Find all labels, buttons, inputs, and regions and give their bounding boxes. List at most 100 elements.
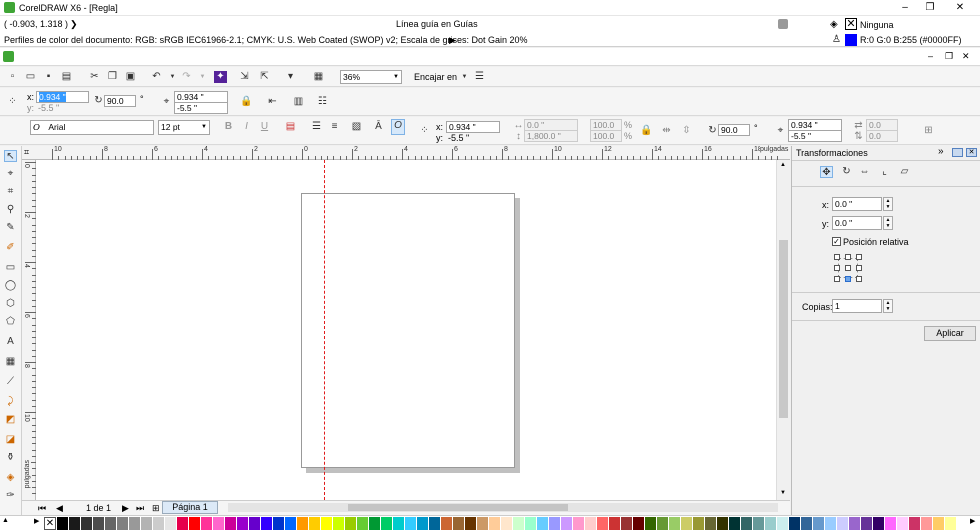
freehand-tool-icon[interactable]: ✎ xyxy=(4,222,17,234)
guideline[interactable] xyxy=(324,160,325,500)
color-swatch[interactable] xyxy=(213,517,224,530)
color-swatch[interactable] xyxy=(165,517,176,530)
options-icon[interactable]: ☰ xyxy=(473,71,486,83)
text-x-field[interactable]: 0.934 " xyxy=(446,121,500,133)
color-swatch[interactable] xyxy=(705,517,716,530)
connector-tool-icon[interactable]: ⤸ xyxy=(4,396,17,408)
collapse-icon[interactable]: » xyxy=(938,146,944,157)
color-swatch[interactable] xyxy=(513,517,524,530)
zoom-level-select[interactable]: 36% ▼ xyxy=(340,70,402,84)
color-swatch[interactable] xyxy=(249,517,260,530)
color-swatch[interactable] xyxy=(429,517,440,530)
x-position-field[interactable]: 0.934 " xyxy=(36,91,89,103)
color-swatch[interactable] xyxy=(573,517,584,530)
export-icon[interactable]: ⇱ xyxy=(258,71,271,83)
color-swatch[interactable] xyxy=(525,517,536,530)
page[interactable] xyxy=(301,193,515,468)
docker-x-field[interactable]: 0.0 " xyxy=(832,197,882,211)
anchor-point[interactable] xyxy=(834,276,840,282)
color-swatch[interactable] xyxy=(693,517,704,530)
color-swatch[interactable] xyxy=(69,517,80,530)
size-tab-icon[interactable]: ⌞ xyxy=(878,166,891,178)
undo-icon[interactable]: ↶ xyxy=(150,71,163,83)
page-layout-icon[interactable]: ▥ xyxy=(292,96,305,108)
docker-close-icon[interactable]: ✕ xyxy=(966,148,977,157)
angle-field[interactable]: 90.0 xyxy=(104,95,136,107)
docker-minimize-icon[interactable] xyxy=(952,148,963,157)
underline-icon[interactable]: U xyxy=(258,121,271,133)
color-swatch[interactable] xyxy=(645,517,656,530)
bold-icon[interactable]: B xyxy=(222,121,235,133)
font-family-select[interactable]: O Arial xyxy=(30,120,154,135)
dimension-tool-icon[interactable]: ⟋ xyxy=(4,376,17,388)
doc-restore-button[interactable]: ❐ xyxy=(945,51,953,62)
color-swatch[interactable] xyxy=(945,517,956,530)
color-swatch[interactable] xyxy=(537,517,548,530)
scroll-thumb[interactable] xyxy=(779,240,788,418)
color-swatch[interactable] xyxy=(717,517,728,530)
doc-minimize-button[interactable]: – xyxy=(928,51,933,61)
color-swatch[interactable] xyxy=(369,517,380,530)
welcome-screen-icon[interactable]: ▦ xyxy=(312,71,325,83)
color-swatch[interactable] xyxy=(789,517,800,530)
anchor-point[interactable] xyxy=(845,265,851,271)
color-swatch[interactable] xyxy=(189,517,200,530)
color-swatch[interactable] xyxy=(273,517,284,530)
color-swatch[interactable] xyxy=(873,517,884,530)
color-swatch[interactable] xyxy=(333,517,344,530)
anchor-point[interactable] xyxy=(856,276,862,282)
crop-tool-icon[interactable]: ⌗ xyxy=(4,186,17,198)
color-swatch[interactable] xyxy=(921,517,932,530)
horizontal-ruler[interactable]: ⌗ 10 8 6 4 2 0 2 4 6 8 10 12 14 16 18 pulgadas xyxy=(22,146,790,160)
snap-to-button[interactable]: Encajar en xyxy=(414,72,457,82)
color-swatch[interactable] xyxy=(741,517,752,530)
ellipse-tool-icon[interactable]: ◯ xyxy=(4,280,17,292)
zoom-tool-icon[interactable]: ⚲ xyxy=(4,204,17,216)
color-swatch[interactable] xyxy=(753,517,764,530)
mirror-horizontal-icon[interactable]: ⇹ xyxy=(660,125,673,137)
scroll-up-icon[interactable]: ▲ xyxy=(780,162,786,168)
vertical-scrollbar[interactable]: ▲ ▼ xyxy=(776,160,790,500)
drawing-canvas[interactable] xyxy=(36,160,776,500)
guide-options-icon[interactable]: ☷ xyxy=(316,96,329,108)
anchor-point[interactable] xyxy=(856,265,862,271)
y-spinner-icon[interactable]: ▲ ▼ xyxy=(883,216,893,230)
text-align-icon[interactable]: ▤ xyxy=(284,121,297,133)
color-swatch[interactable] xyxy=(477,517,488,530)
close-button[interactable]: ✕ xyxy=(945,1,975,15)
color-swatch[interactable] xyxy=(777,517,788,530)
color-swatch[interactable] xyxy=(81,517,92,530)
fill-tool-icon[interactable]: ◈ xyxy=(4,472,17,484)
anchor-point[interactable] xyxy=(834,254,840,260)
color-swatch[interactable] xyxy=(885,517,896,530)
transparency-tool-icon[interactable]: ◪ xyxy=(4,434,17,446)
palette-scroll-right-icon[interactable]: ▶ xyxy=(970,517,975,525)
docker-y-field[interactable]: 0.0 " xyxy=(832,216,882,230)
eyedropper-tool-icon[interactable]: ⚱ xyxy=(4,452,17,464)
first-page-button[interactable]: ⏮ xyxy=(38,503,46,514)
color-swatch[interactable] xyxy=(585,517,596,530)
bullet-list-icon[interactable]: ☰ xyxy=(310,121,323,133)
smart-fill-icon[interactable]: ✐ xyxy=(4,242,17,254)
blend-tool-icon[interactable]: ◩ xyxy=(4,414,17,426)
no-color-swatch[interactable]: ✕ xyxy=(44,517,56,530)
color-swatch[interactable] xyxy=(417,517,428,530)
text-angle-field[interactable]: 90.0 xyxy=(718,124,750,136)
color-swatch[interactable] xyxy=(489,517,500,530)
color-swatch[interactable] xyxy=(381,517,392,530)
interactive-text-icon[interactable]: O xyxy=(391,119,405,135)
color-swatch[interactable] xyxy=(849,517,860,530)
scale-tab-icon[interactable]: ⇔ xyxy=(858,166,871,178)
anchor-point[interactable] xyxy=(856,254,862,260)
add-page-icon[interactable]: ⊞ xyxy=(152,503,160,514)
color-swatch[interactable] xyxy=(597,517,608,530)
color-swatch[interactable] xyxy=(465,517,476,530)
skew-tab-icon[interactable]: ▱ xyxy=(898,166,911,178)
text-pos-y-field[interactable]: -5.5 " xyxy=(788,130,842,142)
color-swatch[interactable] xyxy=(405,517,416,530)
text-properties-icon[interactable]: Ā xyxy=(372,121,385,133)
color-swatch[interactable] xyxy=(177,517,188,530)
smart-drawing-icon[interactable]: ✑ xyxy=(4,490,17,502)
guide-y-field[interactable]: -5.5 " xyxy=(174,102,228,114)
x-spinner-icon[interactable]: ▲ ▼ xyxy=(883,197,893,211)
